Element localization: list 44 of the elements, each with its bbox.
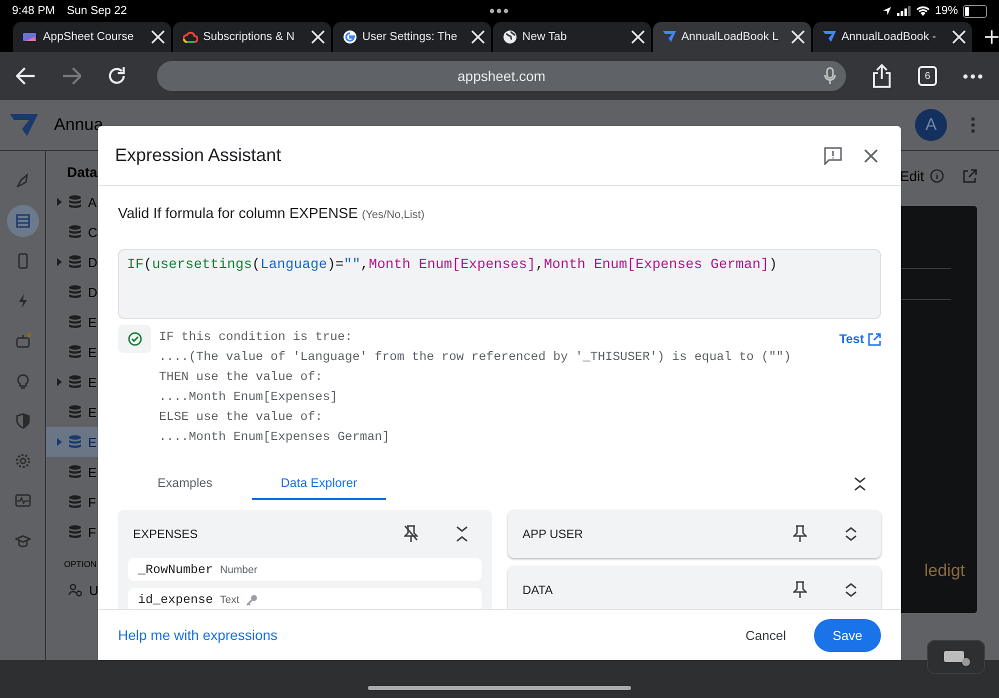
tab-title: AnnualLoadBook - xyxy=(841,31,938,43)
explanation-line: THEN use the value of: xyxy=(159,370,324,386)
status-date: Sun Sep 22 xyxy=(66,5,127,17)
sidebar-heading: Data xyxy=(67,164,98,180)
explanation-line: IF this condition is true: xyxy=(159,330,354,346)
table-name: D xyxy=(88,284,98,300)
table-name: E xyxy=(88,374,97,390)
edit-label: Edit xyxy=(900,168,924,184)
tab-title: AppSheet Course xyxy=(43,31,135,43)
section-heading: OPTION xyxy=(64,559,98,569)
table-name: E xyxy=(88,434,97,450)
explanation-line: ....Month Enum[Expenses] xyxy=(159,390,338,406)
table-name: E xyxy=(88,314,97,330)
column-name: _RowNumber xyxy=(138,562,214,576)
battery-percent: 19% xyxy=(934,5,958,17)
tab-title: Subscriptions & N xyxy=(203,31,296,43)
table-name: E xyxy=(88,404,97,420)
table-name: A xyxy=(88,194,97,210)
dialog-title: Expression Assistant xyxy=(115,145,282,166)
explanation-line: ....(The value of 'Language' from the row referenced by '_THISUSER') is equal to ("") xyxy=(159,350,792,366)
code-line: IF(usersettings(Language)="",Month Enum[Expenses],Month Enum[Expenses German]) xyxy=(127,257,778,273)
formula-label: Valid If formula for column EXPENSE (Yes/No,List) xyxy=(118,206,426,222)
tab-title: User Settings: The xyxy=(362,31,458,43)
table-name: C xyxy=(88,224,98,240)
explanation-line: ....Month Enum[Expenses German] xyxy=(159,430,391,446)
status-time: 9:48 PM xyxy=(12,5,55,17)
panel-title: EXPENSES xyxy=(133,527,199,541)
table-name: E xyxy=(88,464,97,480)
preview-text: ledigt xyxy=(924,561,965,581)
column-name: id_expense xyxy=(138,592,214,606)
table-name: E xyxy=(88,344,97,360)
column-type: Number xyxy=(220,564,258,576)
panel-title: APP USER xyxy=(522,527,584,541)
table-name: D xyxy=(88,254,98,270)
tab-title: AnnualLoadBook L xyxy=(681,31,780,43)
column-type: Text xyxy=(220,594,240,606)
app-title: Annua xyxy=(54,115,104,135)
options-label: U xyxy=(89,582,98,598)
table-name: F xyxy=(88,524,96,540)
explanation-line: ELSE use the value of: xyxy=(159,410,324,426)
table-name: F xyxy=(88,494,96,510)
panel-title: DATA xyxy=(522,583,554,597)
tab-title: New Tab xyxy=(522,31,568,43)
url-text: appsheet.com xyxy=(458,68,546,84)
